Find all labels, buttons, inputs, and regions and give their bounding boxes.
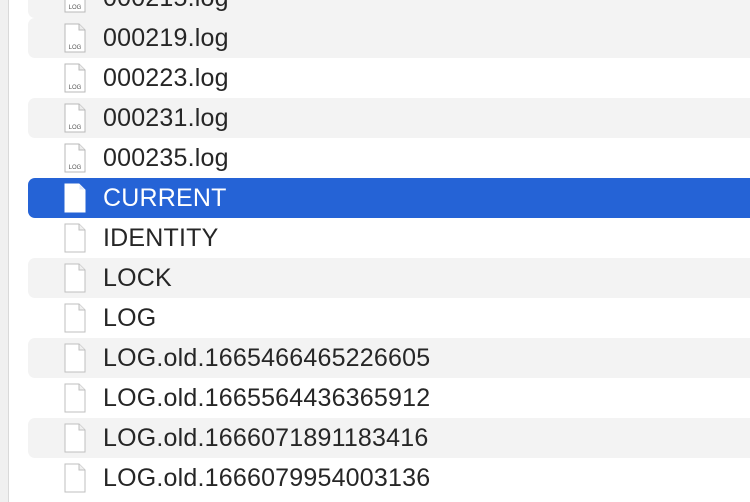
file-name: IDENTITY bbox=[103, 223, 219, 252]
file-row[interactable]: LOG.old.1666071891183416 bbox=[28, 418, 750, 458]
file-name: 000231.log bbox=[103, 103, 229, 132]
file-row[interactable]: LOG 000215.log bbox=[28, 0, 750, 18]
file-row-selected[interactable]: CURRENT bbox=[28, 178, 750, 218]
file-row[interactable]: LOG 000223.log bbox=[28, 58, 750, 98]
document-icon bbox=[64, 343, 86, 373]
file-row[interactable]: LOG 000235.log bbox=[28, 138, 750, 178]
document-icon bbox=[64, 183, 86, 213]
file-row[interactable]: LOG 000219.log bbox=[28, 18, 750, 58]
document-icon bbox=[64, 383, 86, 413]
file-name: LOG.old.1665466465226605 bbox=[103, 343, 431, 372]
file-type-label: LOG bbox=[69, 125, 82, 131]
file-name: 000215.log bbox=[103, 0, 229, 13]
file-row[interactable]: LOCK bbox=[28, 258, 750, 298]
file-name: LOG bbox=[103, 303, 157, 332]
file-row[interactable]: LOG.old.1665564436365912 bbox=[28, 378, 750, 418]
file-name: LOG.old.1665564436365912 bbox=[103, 383, 431, 412]
log-file-icon: LOG bbox=[64, 143, 86, 173]
file-row[interactable]: LOG bbox=[28, 298, 750, 338]
document-icon bbox=[64, 423, 86, 453]
file-name: LOG.old.1666079954003136 bbox=[103, 463, 431, 492]
file-row[interactable]: IDENTITY bbox=[28, 218, 750, 258]
file-row[interactable]: LOG.old.1666079954003136 bbox=[28, 458, 750, 498]
document-icon bbox=[64, 223, 86, 253]
file-name: 000235.log bbox=[103, 143, 229, 172]
file-list: LOG 000215.log LOG 000219.log LOG bbox=[28, 0, 750, 498]
file-name: 000219.log bbox=[103, 23, 229, 52]
document-icon bbox=[64, 263, 86, 293]
file-name: LOG.old.1666071891183416 bbox=[103, 423, 429, 452]
file-type-label: LOG bbox=[69, 85, 82, 91]
log-file-icon: LOG bbox=[64, 103, 86, 133]
file-row[interactable]: LOG.old.1665466465226605 bbox=[28, 338, 750, 378]
log-file-icon: LOG bbox=[64, 23, 86, 53]
document-icon bbox=[64, 303, 86, 333]
file-name: 000223.log bbox=[103, 63, 229, 92]
file-name: CURRENT bbox=[103, 183, 227, 212]
document-icon bbox=[64, 463, 86, 493]
sidebar-edge bbox=[0, 0, 9, 502]
file-type-label: LOG bbox=[69, 165, 82, 171]
file-row[interactable]: LOG 000231.log bbox=[28, 98, 750, 138]
finder-window: LOG 000215.log LOG 000219.log LOG bbox=[0, 0, 750, 502]
file-type-label: LOG bbox=[69, 45, 82, 51]
log-file-icon: LOG bbox=[64, 63, 86, 93]
file-type-label: LOG bbox=[69, 5, 82, 11]
file-name: LOCK bbox=[103, 263, 172, 292]
log-file-icon: LOG bbox=[64, 0, 86, 13]
